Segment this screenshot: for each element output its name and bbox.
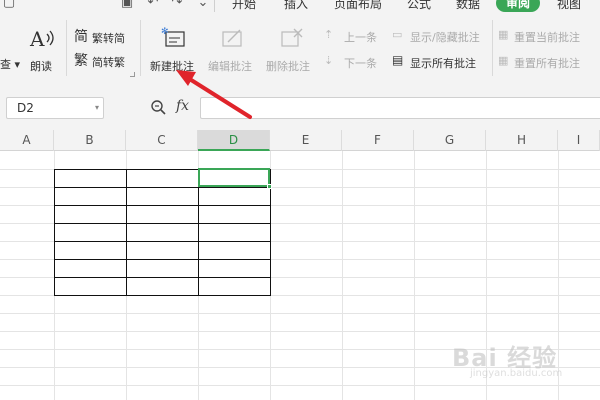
reset-all-icon: ▦ [498, 54, 509, 67]
column-header-d[interactable]: D [198, 130, 270, 151]
separator [492, 20, 493, 76]
reset-all-comments-label: 重置所有批注 [514, 57, 580, 70]
menu-insert[interactable]: 插入 [284, 0, 308, 12]
menu-bar: ▢ ▣ ↶ ↷ ⌄ 开始 插入 页面布局 公式 数据 审阅 视图 [0, 0, 600, 14]
delete-comment-label: 删除批注 [266, 60, 310, 73]
formula-input[interactable] [200, 97, 600, 119]
reset-all-comments-button[interactable]: ▦ 重置所有批注 [498, 54, 600, 72]
read-aloud-label: 朗读 [30, 60, 52, 73]
edit-comment-label: 编辑批注 [208, 60, 252, 73]
column-header-i[interactable]: I [558, 130, 600, 151]
simplified-to-trad-label: 简转繁 [92, 56, 125, 69]
column-header-f[interactable]: F [342, 130, 414, 151]
trad-simplified-icon: 简 [74, 29, 88, 45]
formula-bar: D2 ▾ fx [0, 86, 600, 130]
reset-current-icon: ▦ [498, 28, 509, 41]
column-header-row: A B C D E F G H I [0, 130, 600, 151]
previous-comment-button[interactable]: ⇡ 上一条 [324, 28, 388, 46]
chevron-down-icon[interactable]: ▾ [95, 98, 99, 118]
next-icon: ⇣ [324, 54, 334, 67]
reset-current-comment-button[interactable]: ▦ 重置当前批注 [498, 28, 600, 46]
menu-data[interactable]: 数据 [456, 0, 480, 12]
table-border [54, 187, 271, 188]
separator [140, 20, 141, 76]
ribbon-review: 查 ▾ A 朗读 简 繁转简 繁 简转繁 ✻ 新建批注 编辑批注 删除批注 ⇡ … [0, 14, 600, 86]
print-icon[interactable]: ▣ [120, 0, 134, 10]
simplified-trad-icon: 繁 [74, 53, 88, 69]
new-comment-button[interactable]: ✻ 新建批注 [146, 24, 202, 76]
show-all-comments-label: 显示所有批注 [410, 57, 476, 70]
table-border [54, 223, 271, 224]
fill-handle[interactable] [267, 184, 272, 189]
read-aloud-icon: A [29, 27, 54, 51]
separator [66, 20, 67, 76]
show-all-comments-button[interactable]: ▤ 显示所有批注 [392, 53, 492, 72]
next-comment-button[interactable]: ⇣ 下一条 [324, 54, 388, 72]
reset-current-comment-label: 重置当前批注 [514, 31, 580, 44]
dropdown-icon[interactable]: ⌄ [196, 0, 210, 10]
menu-view[interactable]: 视图 [557, 0, 581, 12]
table-border [54, 205, 271, 206]
previous-comment-label: 上一条 [344, 31, 377, 44]
gridline [342, 151, 343, 400]
new-comment-label: 新建批注 [150, 60, 194, 73]
show-hide-comment-button[interactable]: ▭ 显示/隐藏批注 [392, 28, 492, 46]
undo-icon[interactable]: ↶ [146, 0, 160, 10]
gridline [0, 331, 600, 332]
show-hide-icon: ▭ [392, 28, 403, 41]
column-header-b[interactable]: B [54, 130, 126, 151]
new-comment-icon: ✻ [161, 27, 185, 47]
menu-review[interactable]: 审阅 [496, 0, 540, 12]
watermark-subtext: jingyan.baidu.com [470, 368, 563, 379]
edit-comment-icon [222, 29, 242, 47]
separator [214, 0, 215, 12]
delete-comment-icon [281, 28, 303, 47]
ribbon-partial-label[interactable]: 查 ▾ [0, 56, 20, 72]
column-header-h[interactable]: H [486, 130, 558, 151]
table-border [54, 277, 271, 278]
show-all-icon: ▤ [392, 53, 404, 67]
column-header-a[interactable]: A [0, 130, 54, 151]
column-header-c[interactable]: C [126, 130, 198, 151]
read-aloud-button[interactable]: A 朗读 [26, 24, 60, 76]
fx-icon[interactable]: fx [176, 98, 189, 114]
trad-to-simplified-button[interactable]: 简 繁转简 [74, 28, 134, 46]
table-border [54, 295, 271, 296]
trad-to-simplified-label: 繁转简 [92, 32, 125, 45]
delete-comment-button[interactable]: 删除批注 [264, 24, 318, 76]
svg-text:✻: ✻ [161, 27, 169, 37]
redo-icon[interactable]: ↷ [170, 0, 184, 10]
table-border [54, 259, 271, 260]
simplified-to-trad-button[interactable]: 繁 简转繁 [74, 52, 134, 70]
menu-page-layout[interactable]: 页面布局 [334, 0, 382, 12]
column-header-g[interactable]: G [414, 130, 486, 151]
edit-comment-button[interactable]: 编辑批注 [206, 24, 260, 76]
gridline [414, 151, 415, 400]
save-icon[interactable]: ▢ [2, 0, 16, 10]
svg-text:A: A [29, 27, 45, 51]
menu-formulas[interactable]: 公式 [407, 0, 431, 12]
show-hide-comment-label: 显示/隐藏批注 [410, 31, 480, 44]
next-comment-label: 下一条 [344, 57, 377, 70]
table-border [54, 241, 271, 242]
name-box-value: D2 [17, 101, 34, 115]
zoom-icon[interactable] [150, 99, 168, 117]
previous-icon: ⇡ [324, 28, 334, 41]
name-box[interactable]: D2 ▾ [6, 97, 104, 119]
group-launcher-icon[interactable] [130, 72, 135, 77]
watermark: Bai 经验 jingyan.baidu.com [452, 338, 592, 394]
column-header-e[interactable]: E [270, 130, 342, 151]
gridline [0, 313, 600, 314]
selected-cell[interactable] [198, 168, 272, 189]
menu-home[interactable]: 开始 [232, 0, 256, 12]
